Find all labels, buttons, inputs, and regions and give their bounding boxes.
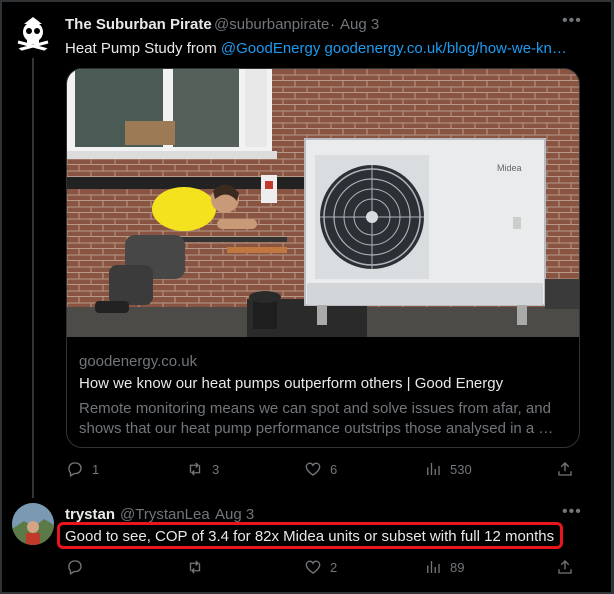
retweet-button[interactable]: [186, 558, 212, 576]
views-icon: [427, 463, 440, 475]
retweet-count: 3: [212, 461, 220, 477]
retweet-button[interactable]: 3: [186, 460, 219, 478]
views-button[interactable]: 89: [424, 558, 464, 576]
separator-dot: ·: [205, 506, 210, 523]
views-count: 530: [450, 461, 472, 477]
avatar[interactable]: [12, 12, 54, 54]
frame-border-left: [0, 0, 2, 594]
views-count: 89: [450, 559, 465, 575]
tweet-date[interactable]: Aug 3: [215, 506, 254, 523]
separator-dot: ·: [330, 16, 335, 33]
reply-button[interactable]: 1: [66, 460, 99, 478]
unit-brand-label: Midea: [497, 163, 522, 173]
like-button[interactable]: 6: [304, 460, 337, 478]
views-icon: [427, 561, 440, 573]
views-button[interactable]: 530: [424, 460, 472, 478]
like-count: 2: [330, 559, 338, 575]
reply-count: 1: [92, 461, 100, 477]
skull-crossbones-icon: [12, 12, 54, 54]
heart-icon: [305, 462, 321, 476]
card-image: Midea: [67, 69, 579, 337]
avatar[interactable]: [12, 503, 54, 545]
share-icon: [558, 560, 572, 574]
heart-icon: [305, 560, 321, 574]
author-display-name[interactable]: The Suburban Pirate: [65, 16, 212, 33]
mention-link[interactable]: @GoodEnergy: [221, 40, 320, 57]
author-handle[interactable]: @suburbanpirate: [214, 16, 329, 33]
frame-border-top: [0, 0, 614, 2]
like-count: 6: [330, 461, 338, 477]
more-icon[interactable]: •••: [562, 503, 582, 521]
like-button[interactable]: 2: [304, 558, 337, 576]
more-icon[interactable]: •••: [562, 12, 582, 30]
profile-photo: [12, 503, 54, 545]
retweet-icon: [189, 462, 201, 476]
thread-connector-line: [32, 58, 34, 498]
heat-pump-photo: Midea: [67, 69, 579, 337]
tweet-date[interactable]: Aug 3: [340, 16, 379, 33]
card-domain: goodenergy.co.uk: [79, 353, 198, 370]
tweet-text-prefix: Heat Pump Study from: [65, 40, 221, 57]
retweet-icon: [189, 560, 201, 574]
share-button[interactable]: [556, 460, 574, 478]
author-display-name[interactable]: trystan: [65, 506, 115, 523]
url-link[interactable]: goodenergy.co.uk/blog/how-we-kn…: [325, 40, 567, 57]
reply-icon: [68, 462, 82, 477]
link-card[interactable]: Midea goodenergy.co.uk How we know our h…: [66, 68, 580, 448]
reply-icon: [68, 560, 82, 575]
reply-button[interactable]: [66, 558, 92, 576]
card-title: How we know our heat pumps outperform ot…: [79, 375, 504, 392]
author-handle[interactable]: @TrystanLea: [120, 506, 210, 523]
share-button[interactable]: [556, 558, 574, 576]
share-icon: [558, 462, 572, 476]
tweet-text: Heat Pump Study from @GoodEnergy goodene…: [65, 40, 567, 57]
highlight-annotation: [57, 522, 563, 549]
card-description: Remote monitoring means we can spot and …: [79, 400, 554, 437]
